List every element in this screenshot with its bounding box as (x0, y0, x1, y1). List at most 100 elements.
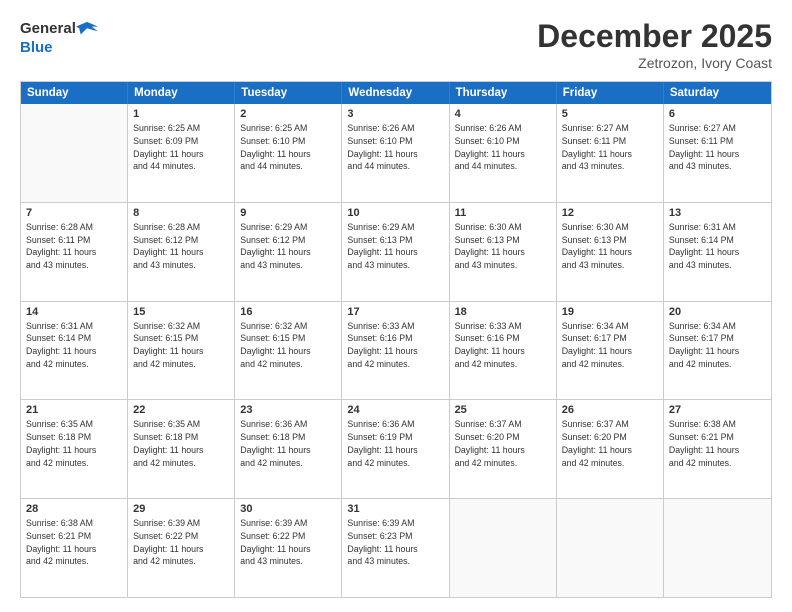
day-number: 22 (133, 404, 229, 416)
cell-info: Sunrise: 6:31 AM Sunset: 6:14 PM Dayligh… (26, 320, 122, 371)
cell-info: Sunrise: 6:39 AM Sunset: 6:22 PM Dayligh… (133, 517, 229, 568)
cell-info: Sunrise: 6:29 AM Sunset: 6:13 PM Dayligh… (347, 221, 443, 272)
day-number: 18 (455, 306, 551, 318)
cal-cell: 14 Sunrise: 6:31 AM Sunset: 6:14 PM Dayli… (21, 302, 128, 400)
day-number: 4 (455, 108, 551, 120)
cal-cell: 11 Sunrise: 6:30 AM Sunset: 6:13 PM Dayli… (450, 203, 557, 301)
day-number: 1 (133, 108, 229, 120)
calendar: SundayMondayTuesdayWednesdayThursdayFrid… (20, 81, 772, 598)
week-row-3: 14 Sunrise: 6:31 AM Sunset: 6:14 PM Dayli… (21, 301, 771, 400)
logo: General Blue (20, 18, 98, 57)
day-number: 12 (562, 207, 658, 219)
day-number: 3 (347, 108, 443, 120)
cal-cell: 3 Sunrise: 6:26 AM Sunset: 6:10 PM Daylig… (342, 104, 449, 202)
cal-cell: 5 Sunrise: 6:27 AM Sunset: 6:11 PM Daylig… (557, 104, 664, 202)
week-row-2: 7Sunrise: 6:28 AM Sunset: 6:11 PM Daylig… (21, 202, 771, 301)
day-number: 11 (455, 207, 551, 219)
cell-info: Sunrise: 6:34 AM Sunset: 6:17 PM Dayligh… (562, 320, 658, 371)
cell-info: Sunrise: 6:26 AM Sunset: 6:10 PM Dayligh… (347, 122, 443, 173)
cell-info: Sunrise: 6:27 AM Sunset: 6:11 PM Dayligh… (669, 122, 766, 173)
day-header-sunday: Sunday (21, 82, 128, 104)
month-title: December 2025 (537, 18, 772, 55)
day-number: 26 (562, 404, 658, 416)
cell-info: Sunrise: 6:35 AM Sunset: 6:18 PM Dayligh… (133, 418, 229, 469)
calendar-header: SundayMondayTuesdayWednesdayThursdayFrid… (21, 82, 771, 104)
day-header-monday: Monday (128, 82, 235, 104)
day-number: 31 (347, 503, 443, 515)
calendar-body: 1Sunrise: 6:25 AM Sunset: 6:09 PM Daylig… (21, 104, 771, 597)
cell-info: Sunrise: 6:34 AM Sunset: 6:17 PM Dayligh… (669, 320, 766, 371)
cal-cell: 24Sunrise: 6:36 AM Sunset: 6:19 PM Dayli… (342, 400, 449, 498)
cal-cell (450, 499, 557, 597)
day-number: 9 (240, 207, 336, 219)
day-number: 8 (133, 207, 229, 219)
cell-info: Sunrise: 6:30 AM Sunset: 6:13 PM Dayligh… (562, 221, 658, 272)
day-number: 27 (669, 404, 766, 416)
day-number: 19 (562, 306, 658, 318)
day-number: 6 (669, 108, 766, 120)
cal-cell: 1Sunrise: 6:25 AM Sunset: 6:09 PM Daylig… (128, 104, 235, 202)
cal-cell: 22 Sunrise: 6:35 AM Sunset: 6:18 PM Dayli… (128, 400, 235, 498)
day-number: 28 (26, 503, 122, 515)
day-header-friday: Friday (557, 82, 664, 104)
cal-cell: 18 Sunrise: 6:33 AM Sunset: 6:16 PM Dayli… (450, 302, 557, 400)
day-number: 23 (240, 404, 336, 416)
day-number: 24 (347, 404, 443, 416)
cal-cell (557, 499, 664, 597)
cell-info: Sunrise: 6:38 AM Sunset: 6:21 PM Dayligh… (669, 418, 766, 469)
cal-cell: 25Sunrise: 6:37 AM Sunset: 6:20 PM Dayli… (450, 400, 557, 498)
week-row-4: 21 Sunrise: 6:35 AM Sunset: 6:18 PM Dayli… (21, 399, 771, 498)
logo-blue: Blue (20, 40, 53, 57)
day-number: 10 (347, 207, 443, 219)
cal-cell: 6 Sunrise: 6:27 AM Sunset: 6:11 PM Daylig… (664, 104, 771, 202)
cal-cell: 21 Sunrise: 6:35 AM Sunset: 6:18 PM Dayli… (21, 400, 128, 498)
day-number: 25 (455, 404, 551, 416)
day-number: 20 (669, 306, 766, 318)
day-number: 21 (26, 404, 122, 416)
cell-info: Sunrise: 6:35 AM Sunset: 6:18 PM Dayligh… (26, 418, 122, 469)
day-number: 15 (133, 306, 229, 318)
day-header-thursday: Thursday (450, 82, 557, 104)
cell-info: Sunrise: 6:27 AM Sunset: 6:11 PM Dayligh… (562, 122, 658, 173)
cell-info: Sunrise: 6:37 AM Sunset: 6:20 PM Dayligh… (562, 418, 658, 469)
day-number: 14 (26, 306, 122, 318)
day-header-tuesday: Tuesday (235, 82, 342, 104)
cell-info: Sunrise: 6:33 AM Sunset: 6:16 PM Dayligh… (455, 320, 551, 371)
cal-cell: 10 Sunrise: 6:29 AM Sunset: 6:13 PM Dayli… (342, 203, 449, 301)
cell-info: Sunrise: 6:30 AM Sunset: 6:13 PM Dayligh… (455, 221, 551, 272)
day-number: 5 (562, 108, 658, 120)
logo-general: General (20, 21, 76, 38)
cal-cell: 29Sunrise: 6:39 AM Sunset: 6:22 PM Dayli… (128, 499, 235, 597)
cal-cell: 17Sunrise: 6:33 AM Sunset: 6:16 PM Dayli… (342, 302, 449, 400)
cell-info: Sunrise: 6:38 AM Sunset: 6:21 PM Dayligh… (26, 517, 122, 568)
day-header-saturday: Saturday (664, 82, 771, 104)
location-subtitle: Zetrozon, Ivory Coast (537, 55, 772, 71)
cell-info: Sunrise: 6:26 AM Sunset: 6:10 PM Dayligh… (455, 122, 551, 173)
cal-cell: 28 Sunrise: 6:38 AM Sunset: 6:21 PM Dayli… (21, 499, 128, 597)
day-number: 7 (26, 207, 122, 219)
day-number: 16 (240, 306, 336, 318)
cal-cell: 20 Sunrise: 6:34 AM Sunset: 6:17 PM Dayli… (664, 302, 771, 400)
week-row-5: 28 Sunrise: 6:38 AM Sunset: 6:21 PM Dayli… (21, 498, 771, 597)
page: General Blue December 2025 Zetrozon, Ivo… (0, 0, 792, 612)
cal-cell: 19 Sunrise: 6:34 AM Sunset: 6:17 PM Dayli… (557, 302, 664, 400)
logo-bird-icon (76, 18, 98, 40)
cell-info: Sunrise: 6:33 AM Sunset: 6:16 PM Dayligh… (347, 320, 443, 371)
cal-cell: 30Sunrise: 6:39 AM Sunset: 6:22 PM Dayli… (235, 499, 342, 597)
cal-cell: 27 Sunrise: 6:38 AM Sunset: 6:21 PM Dayli… (664, 400, 771, 498)
week-row-1: 1Sunrise: 6:25 AM Sunset: 6:09 PM Daylig… (21, 104, 771, 202)
cell-info: Sunrise: 6:25 AM Sunset: 6:10 PM Dayligh… (240, 122, 336, 173)
cal-cell (21, 104, 128, 202)
cal-cell: 12 Sunrise: 6:30 AM Sunset: 6:13 PM Dayli… (557, 203, 664, 301)
cal-cell: 2 Sunrise: 6:25 AM Sunset: 6:10 PM Daylig… (235, 104, 342, 202)
cell-info: Sunrise: 6:36 AM Sunset: 6:18 PM Dayligh… (240, 418, 336, 469)
day-number: 2 (240, 108, 336, 120)
cell-info: Sunrise: 6:31 AM Sunset: 6:14 PM Dayligh… (669, 221, 766, 272)
cell-info: Sunrise: 6:32 AM Sunset: 6:15 PM Dayligh… (133, 320, 229, 371)
day-number: 30 (240, 503, 336, 515)
cal-cell: 31Sunrise: 6:39 AM Sunset: 6:23 PM Dayli… (342, 499, 449, 597)
header: General Blue December 2025 Zetrozon, Ivo… (20, 18, 772, 71)
cal-cell: 13Sunrise: 6:31 AM Sunset: 6:14 PM Dayli… (664, 203, 771, 301)
cal-cell (664, 499, 771, 597)
cal-cell: 7Sunrise: 6:28 AM Sunset: 6:11 PM Daylig… (21, 203, 128, 301)
